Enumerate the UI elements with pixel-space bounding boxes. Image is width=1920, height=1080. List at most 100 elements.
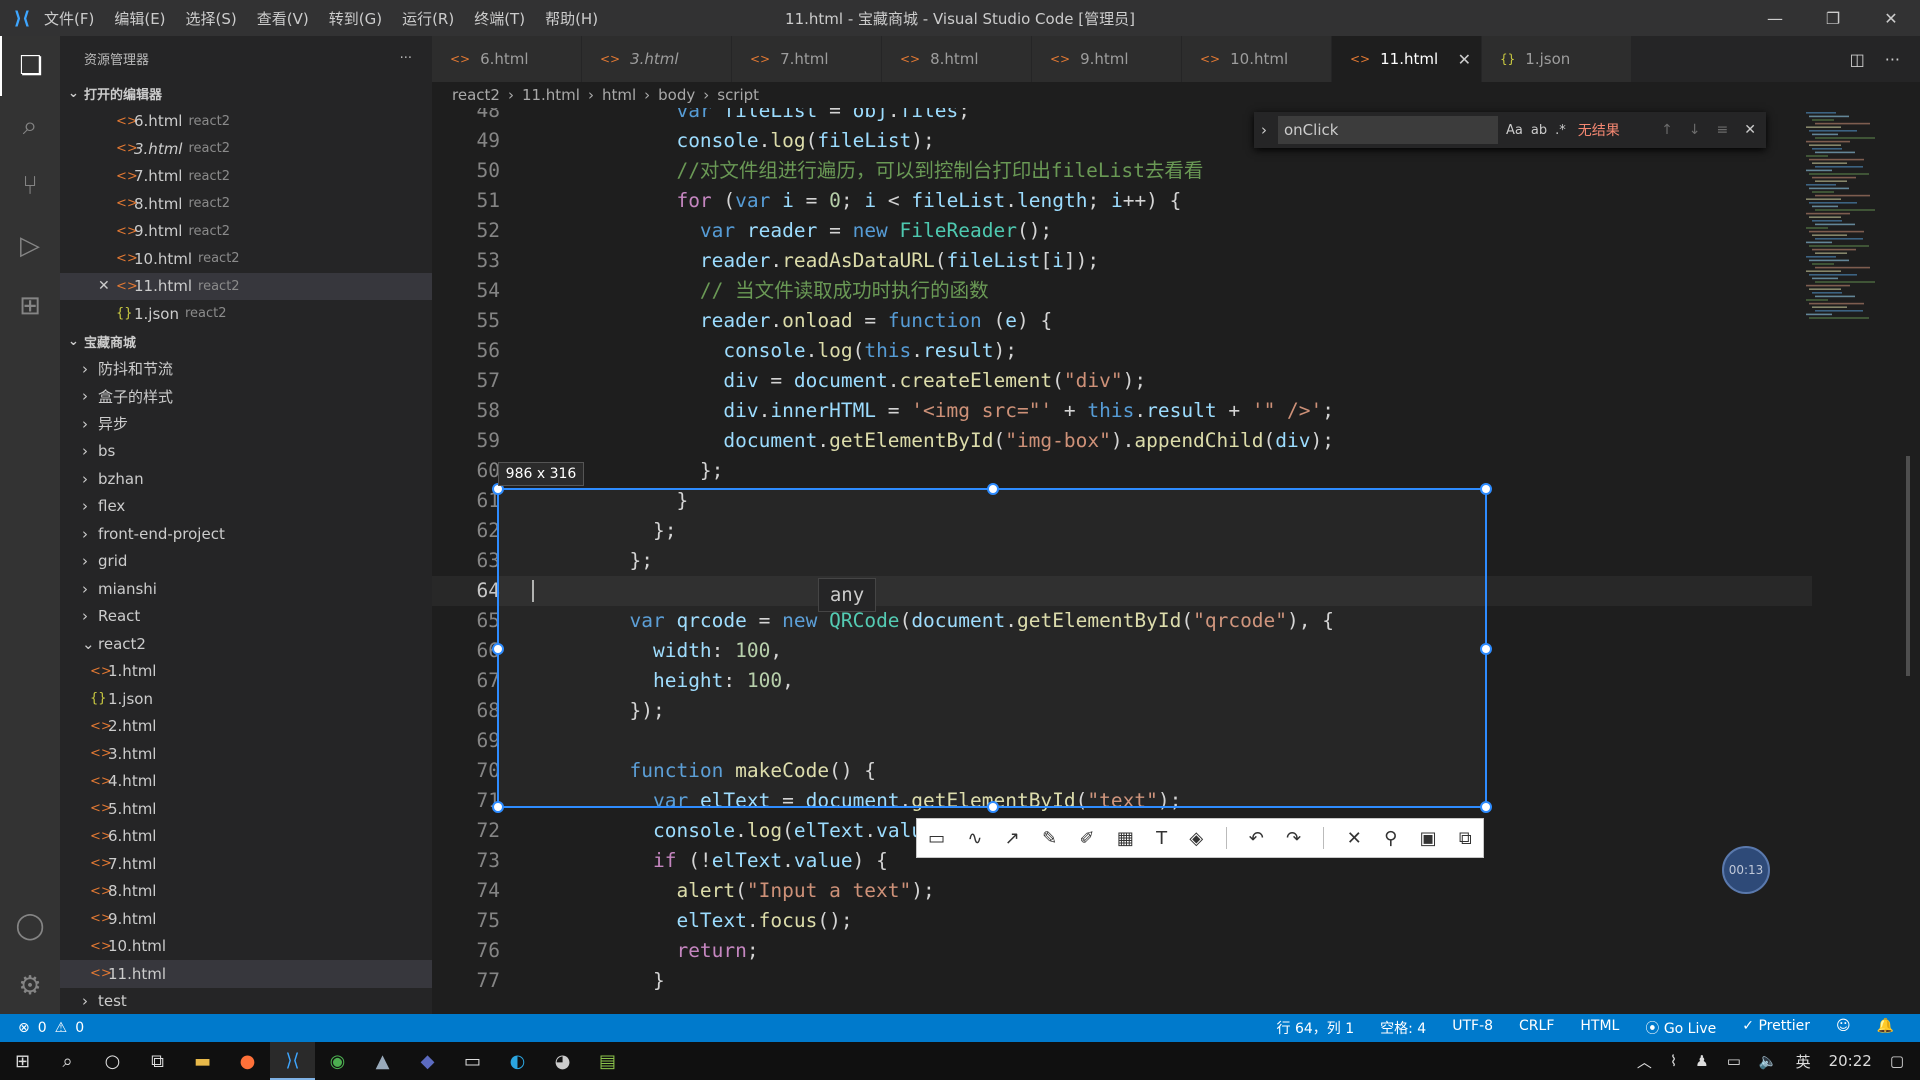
editor-tab[interactable]: <> 9.html [1032, 36, 1182, 82]
open-editor-item[interactable]: {} 1.json react2 [60, 300, 432, 328]
network-icon[interactable]: ⌇ [1670, 1052, 1677, 1070]
battery-icon[interactable]: ▭ [1727, 1052, 1741, 1070]
breadcrumb-item[interactable]: html [602, 86, 636, 104]
folder-item[interactable]: › bs [60, 438, 432, 466]
file-item[interactable]: <> 9.html [60, 905, 432, 933]
code-line[interactable]: 58 div.innerHTML = '<img src="' + this.r… [432, 396, 1812, 426]
minimap[interactable] [1800, 108, 1910, 1014]
breadcrumb-item[interactable]: script [717, 86, 759, 104]
file-item[interactable]: {} 1.json [60, 685, 432, 713]
resize-handle-e[interactable] [1480, 643, 1492, 655]
account-icon[interactable]: ◯ [0, 896, 60, 956]
recording-timer[interactable]: 00:13 [1722, 846, 1770, 894]
code-line[interactable]: 74 alert("Input a text"); [432, 876, 1812, 906]
screenshot-selection-rectangle[interactable] [492, 483, 1492, 813]
code-line[interactable]: 55 reader.onload = function (e) { [432, 306, 1812, 336]
close-tab-icon[interactable]: ✕ [1458, 50, 1471, 69]
breadcrumb-item[interactable]: body [658, 86, 695, 104]
resize-handle-ne[interactable] [1480, 483, 1492, 495]
save-icon[interactable]: ▣ [1420, 828, 1437, 849]
close-icon[interactable]: ✕ [98, 278, 116, 294]
menu-item[interactable]: 终端(T) [474, 10, 525, 28]
show-hidden-icons-icon[interactable]: ︿ [1637, 1051, 1652, 1072]
close-find-icon[interactable]: ✕ [1744, 122, 1756, 138]
open-editor-item[interactable]: <> 8.html react2 [60, 190, 432, 218]
editor-tab[interactable]: <> 10.html [1182, 36, 1332, 82]
code-line[interactable]: 59 document.getElementById("img-box").ap… [432, 426, 1812, 456]
copy-icon[interactable]: ⧉ [1459, 828, 1472, 849]
settings-gear-icon[interactable]: ⚙ [0, 956, 60, 1016]
folder-item[interactable]: › 异步 [60, 410, 432, 438]
problems-indicator[interactable]: ⊗ 0 ⚠ 0 [0, 1020, 84, 1036]
folder-item[interactable]: › mianshi [60, 575, 432, 603]
redo-icon[interactable]: ↷ [1286, 828, 1301, 849]
file-item[interactable]: <> 4.html [60, 768, 432, 796]
folder-test[interactable]: › test [60, 988, 432, 1016]
resize-handle-s[interactable] [987, 801, 999, 813]
vscode-taskbar-icon[interactable]: ⟩⟨ [270, 1042, 315, 1080]
code-line[interactable]: 77 } [432, 966, 1812, 996]
code-line[interactable]: 76 return; [432, 936, 1812, 966]
folder-item[interactable]: › front-end-project [60, 520, 432, 548]
toggle-replace-icon[interactable]: › [1254, 121, 1274, 139]
terminal-icon[interactable]: ▭ [450, 1042, 495, 1080]
file-item[interactable]: <> 6.html [60, 823, 432, 851]
folder-item[interactable]: › bzhan [60, 465, 432, 493]
previous-match-icon[interactable]: ↑ [1661, 122, 1673, 138]
folder-item[interactable]: › React [60, 603, 432, 631]
code-line[interactable]: 53 reader.readAsDataURL(fileList[i]); [432, 246, 1812, 276]
next-match-icon[interactable]: ↓ [1689, 122, 1701, 138]
open-editor-item[interactable]: <> 7.html react2 [60, 163, 432, 191]
file-item[interactable]: <> 11.html [60, 960, 432, 988]
menu-item[interactable]: 选择(S) [186, 10, 237, 28]
notepad-icon[interactable]: ▤ [585, 1042, 630, 1080]
minimize-icon[interactable]: — [1746, 0, 1804, 36]
app-icon[interactable]: ◆ [405, 1042, 450, 1080]
whole-word-toggle[interactable]: ab [1531, 123, 1547, 138]
line-ending[interactable]: CRLF [1519, 1018, 1554, 1038]
folder-item[interactable]: › flex [60, 493, 432, 521]
explorer-icon[interactable]: ❏ [0, 36, 60, 96]
open-editors-header[interactable]: ⌄ 打开的编辑器 [60, 80, 432, 108]
file-item[interactable]: <> 8.html [60, 878, 432, 906]
more-editor-actions-icon[interactable]: ··· [1885, 50, 1900, 69]
volume-icon[interactable]: 🔈 [1759, 1052, 1778, 1070]
firefox-icon[interactable]: ● [225, 1042, 270, 1080]
start-menu-icon[interactable]: ⊞ [0, 1042, 45, 1080]
project-folder-header[interactable]: ⌄ 宝藏商城 [60, 328, 432, 356]
open-editor-item[interactable]: <> 6.html react2 [60, 108, 432, 136]
code-line[interactable]: 51 for (var i = 0; i < fileList.length; … [432, 186, 1812, 216]
find-input[interactable]: onClick [1278, 116, 1498, 144]
menu-item[interactable]: 查看(V) [257, 10, 309, 28]
editor-tab[interactable]: <> 11.html ✕ [1332, 36, 1482, 82]
editor-tab[interactable]: <> 6.html [432, 36, 582, 82]
menu-item[interactable]: 编辑(E) [114, 10, 165, 28]
folder-item[interactable]: › 盒子的样式 [60, 383, 432, 411]
mosaic-tool-icon[interactable]: ▦ [1117, 828, 1134, 849]
feedback-icon[interactable]: ☺ [1836, 1018, 1851, 1038]
code-line[interactable]: 57 div = document.createElement("div"); [432, 366, 1812, 396]
chrome-icon[interactable]: ◉ [315, 1042, 360, 1080]
regex-toggle[interactable]: .* [1555, 123, 1566, 138]
editor-tab[interactable]: <> 3.html [582, 36, 732, 82]
cancel-icon[interactable]: ✕ [1347, 828, 1362, 849]
split-editor-icon[interactable]: ◫ [1850, 50, 1865, 69]
go-live-button[interactable]: ⦿ Go Live [1645, 1018, 1716, 1038]
menu-item[interactable]: 帮助(H) [545, 10, 598, 28]
file-item[interactable]: <> 10.html [60, 933, 432, 961]
taskbar-search-icon[interactable]: ⌕ [45, 1042, 90, 1080]
pin-icon[interactable]: ⚲ [1384, 828, 1397, 849]
language-mode[interactable]: HTML [1580, 1018, 1619, 1038]
more-actions-icon[interactable]: ··· [400, 51, 412, 66]
editor-tab[interactable]: {} 1.json [1482, 36, 1632, 82]
open-editor-item[interactable]: <> 10.html react2 [60, 245, 432, 273]
pen-tool-icon[interactable]: ✎ [1042, 828, 1057, 849]
encoding[interactable]: UTF-8 [1452, 1018, 1493, 1038]
app-tray-icon[interactable]: ♟ [1695, 1052, 1708, 1070]
open-editor-item[interactable]: <> 3.html react2 [60, 135, 432, 163]
editor-tab[interactable]: <> 7.html [732, 36, 882, 82]
editor-tab[interactable]: <> 8.html [882, 36, 1032, 82]
file-item[interactable]: <> 5.html [60, 795, 432, 823]
menu-item[interactable]: 运行(R) [402, 10, 454, 28]
app-icon[interactable]: ▲ [360, 1042, 405, 1080]
